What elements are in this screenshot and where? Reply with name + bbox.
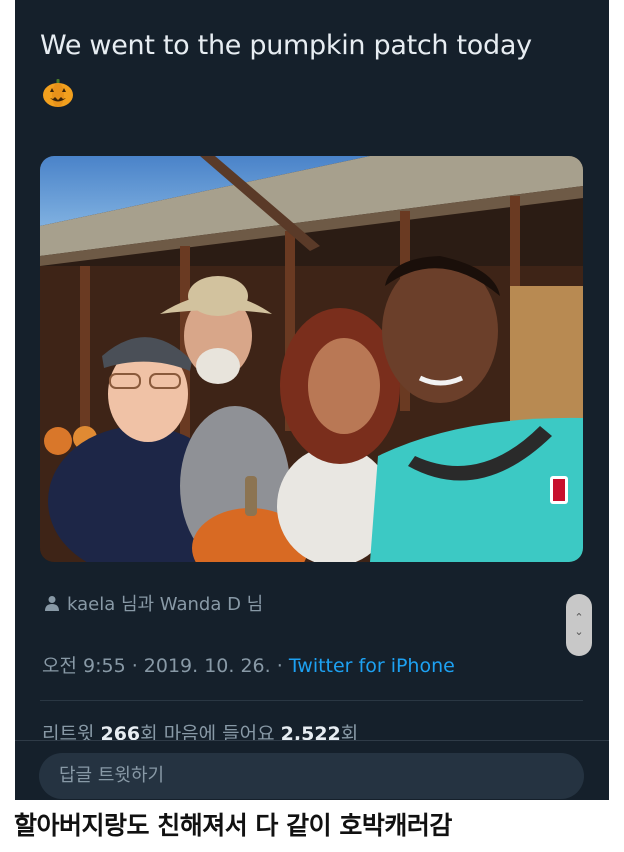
divider	[40, 700, 583, 701]
reply-bar: 답글 트윗하기	[15, 740, 609, 800]
tweet-text: We went to the pumpkin patch today	[40, 30, 532, 61]
pumpkin-emoji-icon	[43, 79, 73, 107]
tweet-meta: 오전 9:55 · 2019. 10. 26. · Twitter for iP…	[42, 651, 455, 678]
tagged-users[interactable]: kaela 님과 Wanda D 님	[45, 590, 263, 616]
tweet-screen: We went to the pumpkin patch today kaela…	[15, 0, 609, 800]
reply-input[interactable]: 답글 트윗하기	[39, 753, 584, 799]
tagged-users-text: kaela 님과 Wanda D 님	[67, 594, 264, 615]
user-icon	[45, 596, 59, 611]
chevron-up-icon: ⌃	[574, 611, 584, 624]
chevron-down-icon: ⌄	[574, 625, 584, 638]
photo-image	[40, 156, 583, 562]
tweet-photo[interactable]	[40, 156, 583, 562]
tweet-source-link[interactable]: Twitter for iPhone	[289, 655, 455, 677]
tweet-time-date: 오전 9:55 · 2019. 10. 26. ·	[42, 655, 289, 677]
caption-text: 할아버지랑도 친해져서 다 같이 호박캐러감	[14, 811, 452, 840]
scroll-handle[interactable]: ⌃ ⌄	[566, 594, 592, 656]
